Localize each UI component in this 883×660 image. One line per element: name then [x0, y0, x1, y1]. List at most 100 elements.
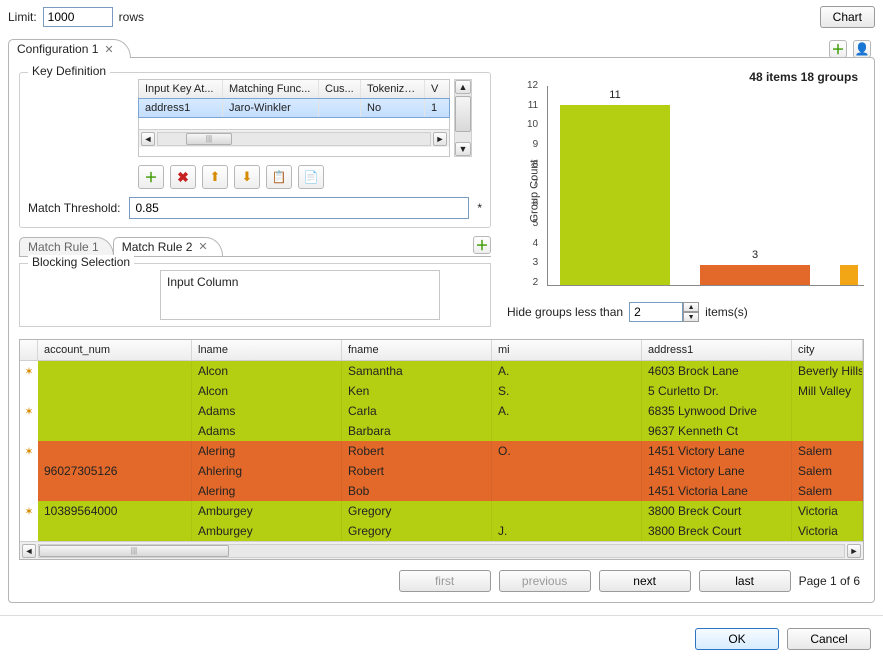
table-row[interactable]: 96027305126AhleringRobert1451 Victory La… — [20, 461, 863, 481]
kd-hscroll[interactable]: ◄ ||| ► — [139, 129, 449, 147]
table-cell: Carla — [342, 401, 492, 421]
table-row[interactable]: AlconKenS.5 Curletto Dr.Mill Valley — [20, 381, 863, 401]
limit-suffix: rows — [119, 10, 144, 24]
scroll-thumb-v[interactable] — [455, 96, 471, 132]
table-cell: J. — [492, 521, 642, 541]
scroll-left-icon[interactable]: ◄ — [141, 132, 155, 146]
kd-col-input-key[interactable]: Input Key At... — [139, 80, 223, 98]
table-cell: Amburgey — [192, 521, 342, 541]
kd-move-down-button[interactable]: ⬇ — [234, 165, 260, 189]
spinner-down-icon[interactable]: ▼ — [683, 312, 699, 322]
table-cell: Alering — [192, 441, 342, 461]
table-row[interactable]: AmburgeyGregoryJ.3800 Breck CourtVictori… — [20, 521, 863, 541]
kd-col-tokenize[interactable]: Tokenize... — [361, 80, 425, 98]
scroll-right-icon[interactable]: ► — [847, 544, 861, 558]
kd-remove-button[interactable]: ✖ — [170, 165, 196, 189]
col-fname[interactable]: fname — [342, 340, 492, 360]
table-cell: 1451 Victoria Lane — [642, 481, 792, 501]
table-cell: A. — [492, 361, 642, 381]
col-mi[interactable]: mi — [492, 340, 642, 360]
close-icon[interactable]: ✕ — [198, 240, 207, 253]
table-row[interactable]: ✶AdamsCarlaA.6835 Lynwood Drive — [20, 401, 863, 421]
table-row[interactable]: ✶AlconSamanthaA.4603 Brock LaneBeverly H… — [20, 361, 863, 381]
table-cell: Robert — [342, 461, 492, 481]
key-definition-table[interactable]: Input Key At... Matching Func... Cus... … — [138, 79, 450, 157]
table-cell: 3800 Breck Court — [642, 521, 792, 541]
kd-copy-button[interactable]: 📋 — [266, 165, 292, 189]
scroll-thumb[interactable]: ||| — [186, 133, 232, 145]
x-icon: ✖ — [177, 169, 189, 186]
scroll-left-icon[interactable]: ◄ — [22, 544, 36, 558]
col-lname[interactable]: lname — [192, 340, 342, 360]
kd-col-matching[interactable]: Matching Func... — [223, 80, 319, 98]
limit-input[interactable] — [43, 7, 113, 27]
table-cell: Mill Valley — [792, 381, 863, 401]
table-cell: 6835 Lynwood Drive — [642, 401, 792, 421]
hide-groups-input[interactable] — [629, 302, 683, 322]
pager-status: Page 1 of 6 — [799, 574, 860, 588]
table-cell: 4603 Brock Lane — [642, 361, 792, 381]
threshold-input[interactable] — [129, 197, 470, 219]
table-cell: Amburgey — [192, 501, 342, 521]
table-cell: Adams — [192, 401, 342, 421]
table-cell — [492, 461, 642, 481]
cancel-button[interactable]: Cancel — [787, 628, 871, 650]
table-cell — [792, 421, 863, 441]
table-row[interactable]: AleringBob1451 Victoria LaneSalem — [20, 481, 863, 501]
table-row[interactable]: ✶AleringRobertO.1451 Victory LaneSalem — [20, 441, 863, 461]
key-definition-legend: Key Definition — [28, 64, 110, 78]
scroll-up-icon[interactable]: ▲ — [455, 80, 471, 94]
hide-groups-suffix: items(s) — [705, 305, 748, 319]
col-account_num[interactable]: account_num — [38, 340, 192, 360]
table-cell: Salem — [792, 481, 863, 501]
group-marker-icon — [20, 521, 38, 541]
pager-next-button[interactable]: next — [599, 570, 691, 592]
table-cell: O. — [492, 441, 642, 461]
table-cell — [492, 421, 642, 441]
table-cell: Victoria — [792, 521, 863, 541]
group-marker-icon — [20, 461, 38, 481]
kd-col-v[interactable]: V — [425, 80, 449, 98]
table-cell — [38, 361, 192, 381]
add-match-rule-button[interactable]: ＋ — [473, 236, 491, 254]
tab-configuration-1[interactable]: Configuration 1 ✕ — [8, 39, 131, 58]
table-cell — [492, 481, 642, 501]
col-address1[interactable]: address1 — [642, 340, 792, 360]
scroll-thumb[interactable]: ||| — [39, 545, 229, 557]
kd-col-cus[interactable]: Cus... — [319, 80, 361, 98]
table-cell — [492, 501, 642, 521]
threshold-label: Match Threshold: — [28, 201, 121, 215]
table-cell: A. — [492, 401, 642, 421]
table-cell: Victoria — [792, 501, 863, 521]
table-cell: S. — [492, 381, 642, 401]
chart-button[interactable]: Chart — [820, 6, 875, 28]
pager-previous-button[interactable]: previous — [499, 570, 591, 592]
table-row[interactable]: ✶10389564000AmburgeyGregory3800 Breck Co… — [20, 501, 863, 521]
pager-last-button[interactable]: last — [699, 570, 791, 592]
table-row[interactable]: AdamsBarbara9637 Kenneth Ct — [20, 421, 863, 441]
tab-match-rule-2[interactable]: Match Rule 2 ✕ — [113, 237, 223, 256]
col-city[interactable]: city — [792, 340, 863, 360]
table-cell: 5 Curletto Dr. — [642, 381, 792, 401]
analyze-button[interactable]: 👤 — [853, 40, 871, 58]
table-cell: 10389564000 — [38, 501, 192, 521]
tab-match-rule-1[interactable]: Match Rule 1 — [19, 237, 114, 256]
table-cell: Samantha — [342, 361, 492, 381]
blocking-input-column[interactable]: Input Column — [160, 270, 440, 320]
spinner-up-icon[interactable]: ▲ — [683, 302, 699, 312]
table-cell: 1451 Victory Lane — [642, 441, 792, 461]
add-config-button[interactable]: ＋ — [829, 40, 847, 58]
ok-button[interactable]: OK — [695, 628, 779, 650]
table-cell: Ken — [342, 381, 492, 401]
table-cell: Beverly Hills — [792, 361, 863, 381]
pager-first-button[interactable]: first — [399, 570, 491, 592]
kd-move-up-button[interactable]: ⬆ — [202, 165, 228, 189]
kd-vscroll[interactable]: ▲ ▼ — [454, 79, 472, 157]
kd-add-button[interactable]: ＋ — [138, 165, 164, 189]
kd-row[interactable]: address1 Jaro-Winkler No 1 — [138, 98, 450, 118]
scroll-down-icon[interactable]: ▼ — [455, 142, 471, 156]
scroll-right-icon[interactable]: ► — [433, 132, 447, 146]
kd-paste-button[interactable]: 📄 — [298, 165, 324, 189]
close-icon[interactable]: ✕ — [104, 43, 113, 56]
results-hscroll[interactable]: ◄ ||| ► — [20, 541, 863, 559]
